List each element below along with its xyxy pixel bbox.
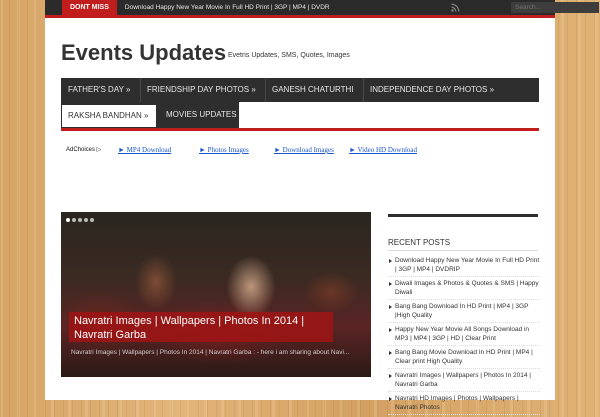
dont-miss-badge: DONT MISS [62,0,117,15]
recent-post-link[interactable]: Bang Bang Movie Download In HD Print | M… [388,348,540,369]
featured-slider[interactable]: Navratri Images | Wallpapers | Photos In… [61,212,371,377]
ticker-link[interactable]: Download Happy New Year Movie In Full HD… [125,4,330,11]
slider-caption[interactable]: Navratri Images | Wallpapers | Photos In… [69,312,333,342]
recent-posts-heading: RECENT POSTS [388,238,451,247]
nav-separator [265,78,266,102]
slider-dot[interactable] [66,218,70,222]
sidebar-top-bar [388,214,538,217]
slider-dots [66,218,94,222]
slider-dot[interactable] [84,218,88,222]
slider-dot[interactable] [90,218,94,222]
slider-dot[interactable] [78,218,82,222]
recent-post-link[interactable]: Bang Bang Download In HD Print | MP4 | 3… [388,302,540,323]
recent-post-link[interactable]: Happy New Year Movie All Songs Download … [388,325,540,346]
adchoices-label[interactable]: AdChoices ▷ [66,146,101,153]
ad-link-mp4-download[interactable]: ► MP4 Download [118,146,171,154]
nav-item-label: RAKSHA BANDHAN » [68,111,149,120]
main-nav-row-2: RAKSHA BANDHAN » MOVIES UPDATES [61,102,239,128]
site-tagline: Evetns Updates, SMS, Quotes, Images [228,52,350,59]
recent-post-link[interactable]: Download Happy New Year Movie In Full HD… [388,256,540,277]
divider [388,250,538,251]
nav-item-movies-updates[interactable]: MOVIES UPDATES [166,102,237,128]
ad-link-video-hd-download[interactable]: ► Video HD Download [349,146,417,154]
recent-post-link[interactable]: Navratri Images | Wallpapers | Photos In… [388,371,540,392]
nav-item-independence-day[interactable]: INDEPENDENCE DAY PHOTOS » [370,78,494,102]
recent-post-link[interactable]: Diwali Images & Photos & Quotes & SMS | … [388,279,540,300]
recent-posts-list: Download Happy New Year Movie In Full HD… [388,256,540,417]
nav-accent-line [61,128,539,131]
ad-link-download-images[interactable]: ► Download Images [274,146,334,154]
site-title[interactable]: Events Updates [61,40,226,66]
search-input[interactable] [511,2,599,13]
main-nav: FATHER'S DAY » FRIENDSHIP DAY PHOTOS » G… [61,78,539,102]
nav-item-friendship-day[interactable]: FRIENDSHIP DAY PHOTOS » [147,78,256,102]
nav-separator [363,78,364,102]
slider-dot[interactable] [72,218,76,222]
top-bar: DONT MISS Download Happy New Year Movie … [45,0,599,18]
ad-link-photos-images[interactable]: ► Photos Images [199,146,249,154]
nav-item-ganesh-chaturthi[interactable]: GANESH CHATURTHI [272,78,354,102]
slider-excerpt: Navratri Images | Wallpapers | Photos In… [71,349,350,356]
recent-post-link[interactable]: Navratri HD Images | Photos | Wallpapers… [388,394,540,415]
nav-separator [140,78,141,102]
main-container: Events Updates Evetns Updates, SMS, Quot… [45,18,555,415]
nav-item-raksha-bandhan[interactable]: RAKSHA BANDHAN » [61,102,157,128]
rss-icon[interactable] [451,3,460,12]
nav-item-fathers-day[interactable]: FATHER'S DAY » [68,78,130,102]
